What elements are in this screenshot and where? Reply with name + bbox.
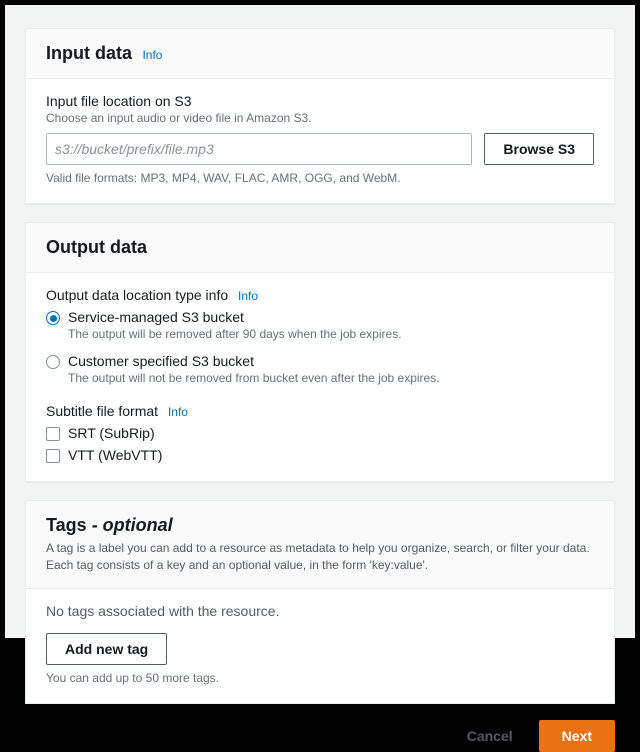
s3-location-hint: Choose an input audio or video file in A… <box>46 111 594 125</box>
subtitle-info-link[interactable]: Info <box>168 405 188 419</box>
radio-service-managed[interactable]: Service-managed S3 bucket The output wil… <box>46 309 594 341</box>
radio-customer-specified[interactable]: Customer specified S3 bucket The output … <box>46 353 594 385</box>
output-location-label: Output data location type info Info <box>46 287 594 303</box>
output-data-panel: Output data Output data location type in… <box>25 222 615 482</box>
input-data-panel: Input data Info Input file location on S… <box>25 28 615 204</box>
footer-actions: Cancel Next <box>25 720 615 752</box>
output-info-link[interactable]: Info <box>238 289 258 303</box>
checkbox-vtt[interactable]: VTT (WebVTT) <box>46 447 594 463</box>
valid-formats-hint: Valid file formats: MP3, MP4, WAV, FLAC,… <box>46 171 594 185</box>
tags-title: Tags - optional <box>46 515 173 535</box>
input-data-header: Input data Info <box>26 29 614 79</box>
tag-limit-hint: You can add up to 50 more tags. <box>46 671 594 685</box>
add-new-tag-button[interactable]: Add new tag <box>46 633 167 665</box>
s3-location-label: Input file location on S3 <box>46 93 594 109</box>
output-data-header: Output data <box>26 223 614 273</box>
next-button[interactable]: Next <box>539 720 615 752</box>
checkbox-srt[interactable]: SRT (SubRip) <box>46 425 594 441</box>
cancel-button[interactable]: Cancel <box>449 720 531 752</box>
subtitle-format-label: Subtitle file format Info <box>46 403 594 419</box>
tags-header: Tags - optional A tag is a label you can… <box>26 501 614 589</box>
checkbox-icon <box>46 427 60 441</box>
input-data-title: Input data <box>46 43 132 63</box>
tags-description: A tag is a label you can add to a resour… <box>46 540 594 574</box>
checkbox-icon <box>46 449 60 463</box>
output-data-title: Output data <box>46 237 147 257</box>
tags-panel: Tags - optional A tag is a label you can… <box>25 500 615 704</box>
s3-location-input[interactable] <box>46 133 472 165</box>
input-info-link[interactable]: Info <box>142 48 162 62</box>
no-tags-message: No tags associated with the resource. <box>46 603 594 619</box>
radio-icon <box>46 355 60 369</box>
browse-s3-button[interactable]: Browse S3 <box>484 133 594 165</box>
radio-icon <box>46 311 60 325</box>
